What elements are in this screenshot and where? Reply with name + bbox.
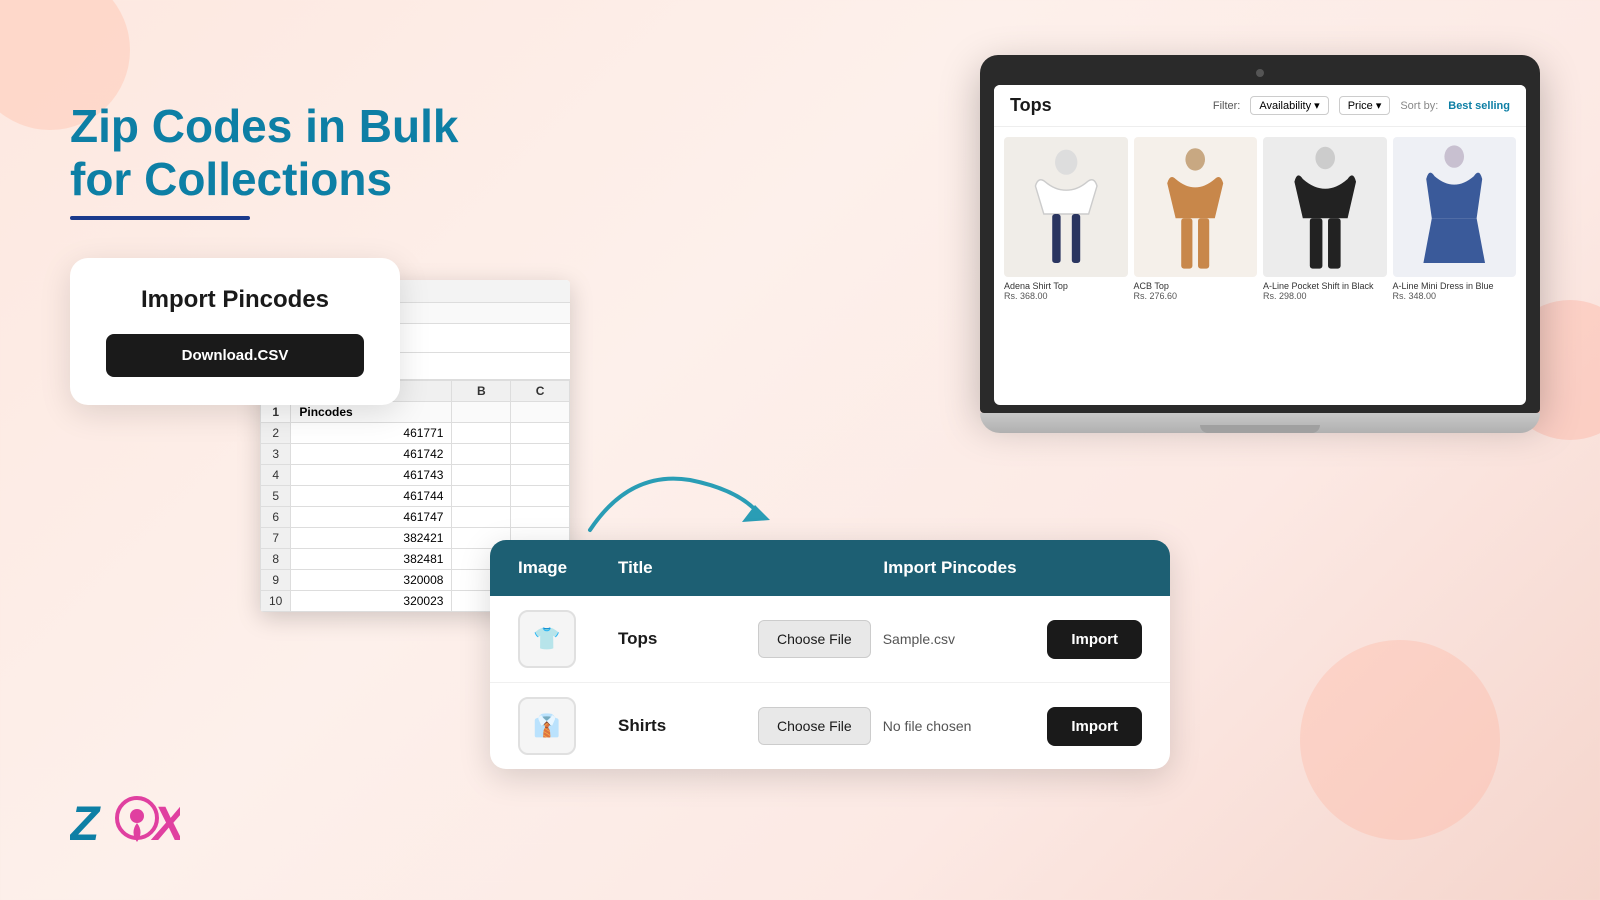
product-img-2: [1134, 137, 1258, 277]
product-card-2: ACB Top Rs. 276.60: [1134, 137, 1258, 301]
excel-row: 6461747: [261, 507, 570, 528]
excel-row: 2461771: [261, 423, 570, 444]
shop-header: Tops Filter: Availability ▾ Price ▾ Sort…: [994, 85, 1526, 127]
product-price-4: Rs. 348.00: [1393, 291, 1517, 301]
table-header-row: Image Title Import Pincodes: [490, 540, 1170, 596]
import-table-panel: Image Title Import Pincodes 👕 Tops Choos…: [490, 540, 1170, 769]
title-underline: [70, 216, 250, 220]
zox-logo-svg: Z X: [70, 790, 180, 850]
title-line1: Zip Codes in Bulk: [70, 100, 458, 152]
main-title-block: Zip Codes in Bulk for Collections: [70, 100, 490, 220]
product-name-3: A-Line Pocket Shift in Black: [1263, 281, 1387, 291]
sort-value: Best selling: [1448, 100, 1510, 112]
title-line2: for Collections: [70, 153, 392, 205]
tops-import-button[interactable]: Import: [1047, 620, 1142, 659]
import-pincodes-card: Import Pincodes Download.CSV: [70, 258, 400, 405]
product-name-1: Adena Shirt Top: [1004, 281, 1128, 291]
shirts-import-button[interactable]: Import: [1047, 707, 1142, 746]
header-image-col: Image: [518, 558, 618, 578]
header-title-col: Title: [618, 558, 758, 578]
import-card-heading: Import Pincodes: [106, 286, 364, 314]
shop-products-grid: Adena Shirt Top Rs. 368.00 ACB Top: [994, 127, 1526, 311]
svg-text:Z: Z: [70, 798, 101, 850]
product-img-4: [1393, 137, 1517, 277]
shop-filters: Filter: Availability ▾ Price ▾ Sort by: …: [1213, 96, 1510, 115]
product-card-4: A-Line Mini Dress in Blue Rs. 348.00: [1393, 137, 1517, 301]
shirts-image-cell: 👔: [518, 697, 618, 755]
tops-choose-file-button[interactable]: Choose File: [758, 620, 871, 658]
product-card-3: A-Line Pocket Shift in Black Rs. 298.00: [1263, 137, 1387, 301]
product-card-1: Adena Shirt Top Rs. 368.00: [1004, 137, 1128, 301]
laptop-screen-outer: Tops Filter: Availability ▾ Price ▾ Sort…: [980, 55, 1540, 413]
shirts-file-name: No file chosen: [883, 718, 983, 734]
tops-title: Tops: [618, 629, 758, 649]
product-name-2: ACB Top: [1134, 281, 1258, 291]
availability-filter[interactable]: Availability ▾: [1250, 96, 1328, 115]
laptop-base: [980, 413, 1540, 433]
tops-thumbnail: 👕: [518, 610, 576, 668]
download-csv-button[interactable]: Download.CSV: [106, 334, 364, 377]
shirts-actions: Choose File No file chosen Import: [758, 707, 1142, 746]
laptop-screen-inner: Tops Filter: Availability ▾ Price ▾ Sort…: [994, 85, 1526, 405]
sort-label: Sort by:: [1400, 100, 1438, 112]
laptop-mockup: Tops Filter: Availability ▾ Price ▾ Sort…: [980, 55, 1540, 433]
product-price-2: Rs. 276.60: [1134, 291, 1258, 301]
product-img-1: [1004, 137, 1128, 277]
header-import-col: Import Pincodes: [758, 558, 1142, 578]
table-row-shirts: 👔 Shirts Choose File No file chosen Impo…: [490, 683, 1170, 769]
tops-image-cell: 👕: [518, 610, 618, 668]
shirts-title: Shirts: [618, 716, 758, 736]
shop-title: Tops: [1010, 95, 1052, 116]
product-price-3: Rs. 298.00: [1263, 291, 1387, 301]
col-c-header: C: [511, 381, 570, 402]
excel-row: 3461742: [261, 444, 570, 465]
laptop-camera: [1256, 69, 1264, 77]
tops-file-name: Sample.csv: [883, 631, 983, 647]
excel-row: 5461744: [261, 486, 570, 507]
decorative-blob-br: [1300, 640, 1500, 840]
tops-actions: Choose File Sample.csv Import: [758, 620, 1142, 659]
svg-text:X: X: [150, 798, 180, 850]
excel-row: 4461743: [261, 465, 570, 486]
table-row-tops: 👕 Tops Choose File Sample.csv Import: [490, 596, 1170, 683]
product-price-1: Rs. 368.00: [1004, 291, 1128, 301]
product-name-4: A-Line Mini Dress in Blue: [1393, 281, 1517, 291]
col-b-header: B: [452, 381, 511, 402]
shirts-thumbnail: 👔: [518, 697, 576, 755]
product-img-3: [1263, 137, 1387, 277]
price-filter[interactable]: Price ▾: [1339, 96, 1391, 115]
shirts-choose-file-button[interactable]: Choose File: [758, 707, 871, 745]
zox-logo: Z X: [70, 790, 180, 850]
